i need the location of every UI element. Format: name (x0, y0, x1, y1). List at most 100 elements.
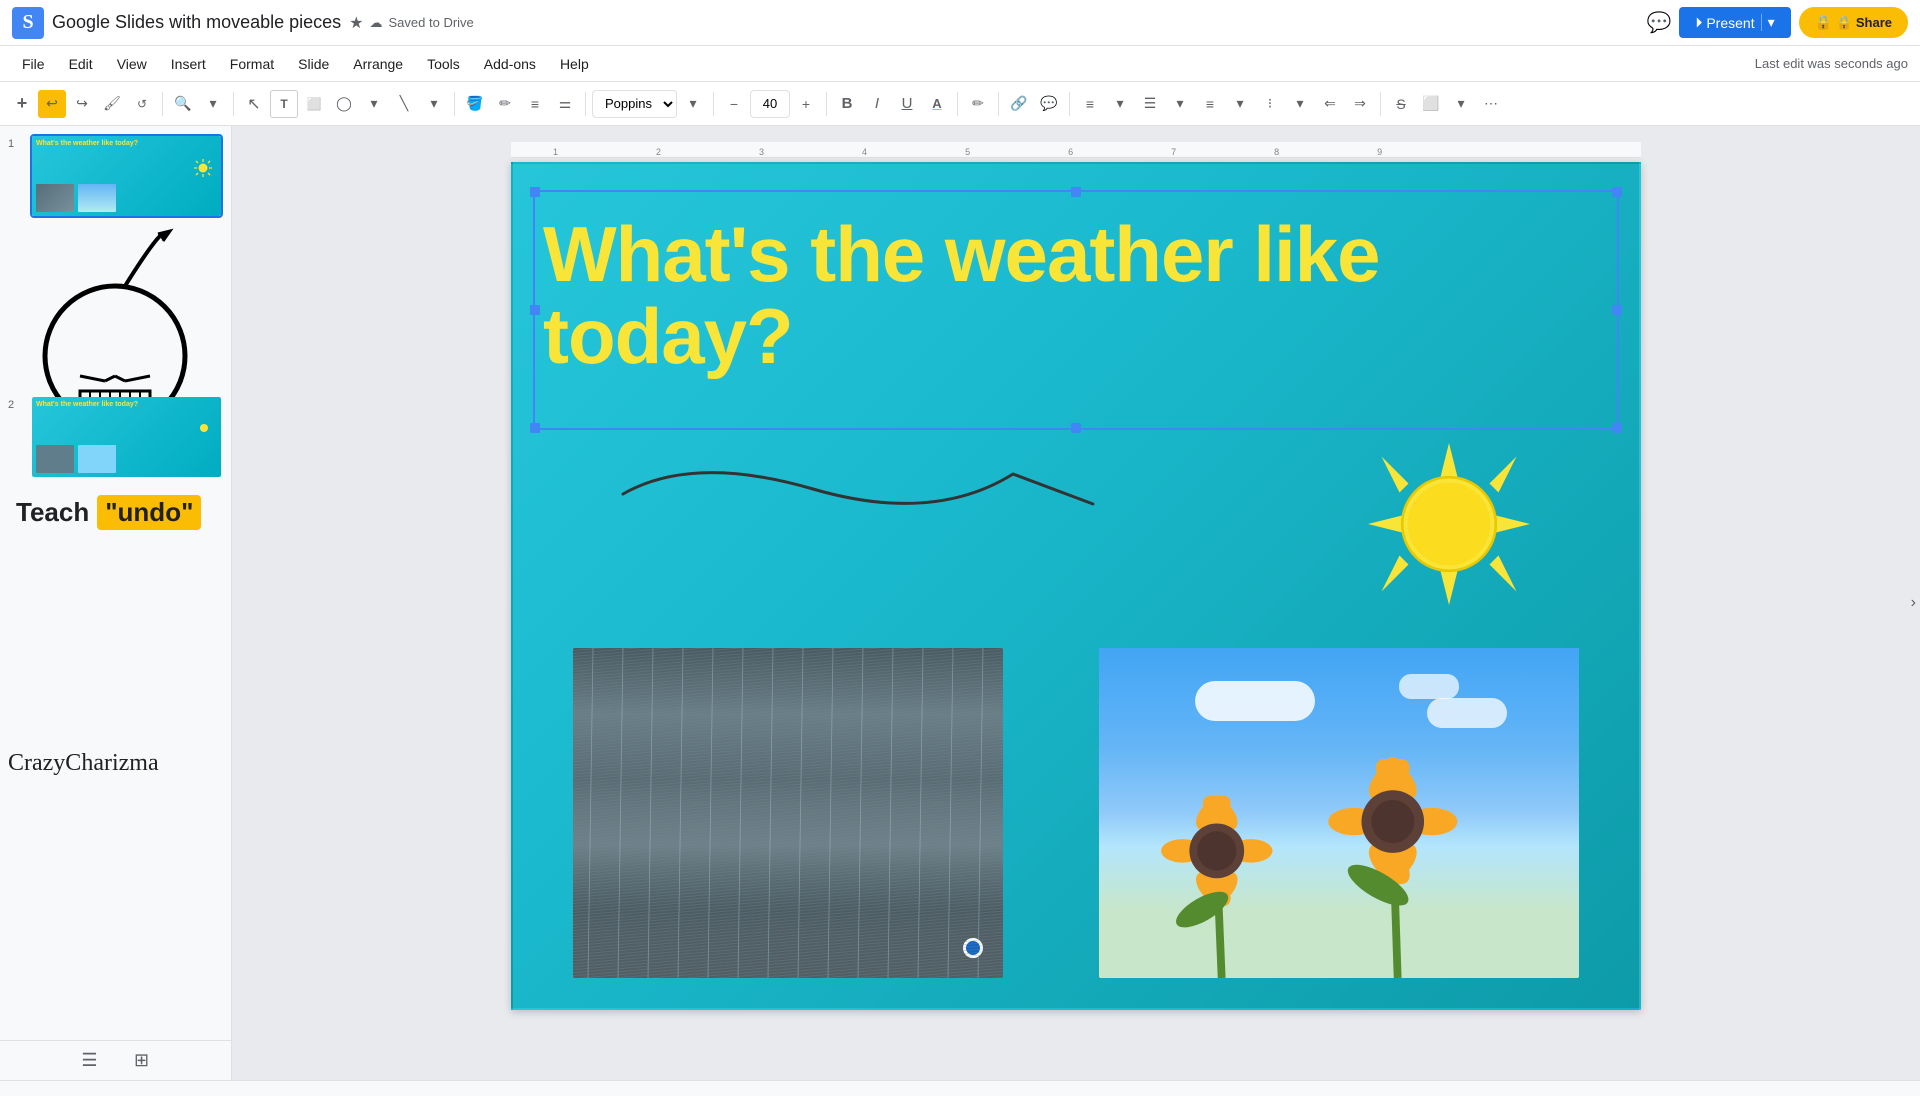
font-family-select[interactable]: Poppins (592, 90, 677, 118)
bold-button[interactable]: B (833, 90, 861, 118)
canvas-area: 1 2 3 4 5 6 7 8 9 What's the (232, 126, 1920, 1080)
handle-tc[interactable] (1071, 187, 1081, 197)
pen-tool[interactable]: ✏ (491, 90, 519, 118)
comment-button[interactable]: 💬 (1035, 90, 1063, 118)
comments-icon[interactable]: 💬 (1646, 10, 1671, 35)
main-layout: 1 What's the weather like today? (0, 126, 1920, 1080)
title-icons: ★ ☁ Saved to Drive (349, 13, 474, 33)
rain-photo[interactable] (573, 648, 1003, 978)
decrease-font-button[interactable]: − (720, 90, 748, 118)
link-button[interactable]: 🔗 (1005, 90, 1033, 118)
rain-photo-visual (573, 648, 1003, 978)
slide-2-number: 2 (8, 399, 24, 411)
menu-format[interactable]: Format (220, 52, 284, 76)
textbox-tool[interactable]: T (270, 90, 298, 118)
slide-1-container: 1 What's the weather like today? (8, 134, 223, 218)
font-family-dropdown[interactable]: ▾ (679, 90, 707, 118)
select-tool[interactable]: ↖ (240, 90, 268, 118)
more-options-button[interactable]: ⋯ (1477, 90, 1505, 118)
border-dropdown[interactable]: ▾ (1447, 90, 1475, 118)
line-tool[interactable]: ╲ (390, 90, 418, 118)
undo-button[interactable]: ↩ (38, 90, 66, 118)
slide-1-thumbnail[interactable]: What's the weather like today? (30, 134, 223, 218)
teach-undo-text: Teach "undo" (16, 495, 215, 530)
line-dropdown[interactable]: ▾ (420, 90, 448, 118)
shape-tool[interactable]: ◯ (330, 90, 358, 118)
slide-1-number: 1 (8, 138, 24, 150)
border-button[interactable]: ⬜ (1417, 90, 1445, 118)
star-icon[interactable]: ★ (349, 13, 363, 33)
sun-svg (1359, 434, 1539, 614)
menu-help[interactable]: Help (550, 52, 599, 76)
toolbar-divider-5 (713, 92, 714, 116)
slide-view-single[interactable]: ☰ (76, 1047, 104, 1075)
numbered-list-dropdown[interactable]: ▾ (1226, 90, 1254, 118)
align-dropdown[interactable]: ▾ (1106, 90, 1134, 118)
menu-tools[interactable]: Tools (417, 52, 470, 76)
indent-more-button[interactable]: ⇒ (1346, 90, 1374, 118)
menu-arrange[interactable]: Arrange (343, 52, 413, 76)
handle-bc[interactable] (1071, 423, 1081, 433)
handle-bl[interactable] (530, 423, 540, 433)
sun-image[interactable] (1359, 434, 1539, 614)
toolbar-divider-3 (454, 92, 455, 116)
handle-tl[interactable] (530, 187, 540, 197)
zoom-dropdown[interactable]: ▾ (199, 90, 227, 118)
handle-mr[interactable] (1612, 305, 1622, 315)
font-size-input[interactable]: 40 (750, 90, 790, 118)
share-button[interactable]: 🔒 🔒 Share (1799, 7, 1908, 38)
image-tool[interactable]: ⬜ (300, 90, 328, 118)
slide-view-grid[interactable]: ⊞ (128, 1047, 156, 1075)
present-button[interactable]: ⏵ Present ▾ (1679, 7, 1790, 38)
menu-edit[interactable]: Edit (59, 52, 103, 76)
toolbar-divider-10 (1380, 92, 1381, 116)
sunflower-photo-visual (1099, 648, 1579, 978)
handle-tr[interactable] (1612, 187, 1622, 197)
insert-button[interactable]: + (8, 90, 36, 118)
handle-ml[interactable] (530, 305, 540, 315)
menu-addons[interactable]: Add-ons (474, 52, 546, 76)
redo-button[interactable]: ↪ (68, 90, 96, 118)
shape-dropdown[interactable]: ▾ (360, 90, 388, 118)
toolbar-divider-2 (233, 92, 234, 116)
app-logo: S (12, 7, 44, 39)
menu-bar: File Edit View Insert Format Slide Arran… (0, 46, 1920, 82)
highlight-button[interactable]: ✏ (964, 90, 992, 118)
bottom-bar (0, 1080, 1920, 1096)
increase-font-button[interactable]: + (792, 90, 820, 118)
handle-br[interactable] (1612, 423, 1622, 433)
list-button[interactable]: ☰ (1136, 90, 1164, 118)
present-dropdown-icon[interactable]: ▾ (1761, 14, 1775, 31)
paint-format-button[interactable]: 🖌 (98, 90, 126, 118)
scroll-indicator-right: › (1911, 594, 1916, 612)
slide-title[interactable]: What's the weather like today? (543, 214, 1609, 378)
slide-2-thumbnail[interactable]: What's the weather like today? (30, 395, 223, 479)
line-weight-button[interactable]: ≡ (521, 90, 549, 118)
zoom-button[interactable]: 🔍 (169, 90, 197, 118)
line-dash-button[interactable]: ⚌ (551, 90, 579, 118)
menu-view[interactable]: View (107, 52, 157, 76)
indent-less-button[interactable]: ⇐ (1316, 90, 1344, 118)
toolbar-divider-9 (1069, 92, 1070, 116)
menu-insert[interactable]: Insert (161, 52, 216, 76)
font-color-button[interactable]: A (923, 90, 951, 118)
sidebar-bottom-controls: ☰ ⊞ (0, 1040, 231, 1080)
title-bar-right: 💬 ⏵ Present ▾ 🔒 🔒 Share (1646, 7, 1908, 38)
share-label: 🔒 Share (1836, 15, 1892, 31)
numbered-list-button[interactable]: ≡ (1196, 90, 1224, 118)
underline-button[interactable]: U (893, 90, 921, 118)
menu-slide[interactable]: Slide (288, 52, 339, 76)
list-dropdown[interactable]: ▾ (1166, 90, 1194, 118)
menu-file[interactable]: File (12, 52, 55, 76)
align-button[interactable]: ≡ (1076, 90, 1104, 118)
rotate-button[interactable]: ↺ (128, 90, 156, 118)
slide-canvas[interactable]: What's the weather like today? (511, 162, 1641, 1010)
teach-word: Teach (16, 497, 89, 528)
bullet-dropdown[interactable]: ▾ (1286, 90, 1314, 118)
italic-button[interactable]: I (863, 90, 891, 118)
strikethrough-button[interactable]: S (1387, 90, 1415, 118)
toolbar-divider-6 (826, 92, 827, 116)
bullet-list-button[interactable]: ⁝ (1256, 90, 1284, 118)
fill-color-button[interactable]: 🪣 (461, 90, 489, 118)
sunflower-photo[interactable] (1099, 648, 1579, 978)
